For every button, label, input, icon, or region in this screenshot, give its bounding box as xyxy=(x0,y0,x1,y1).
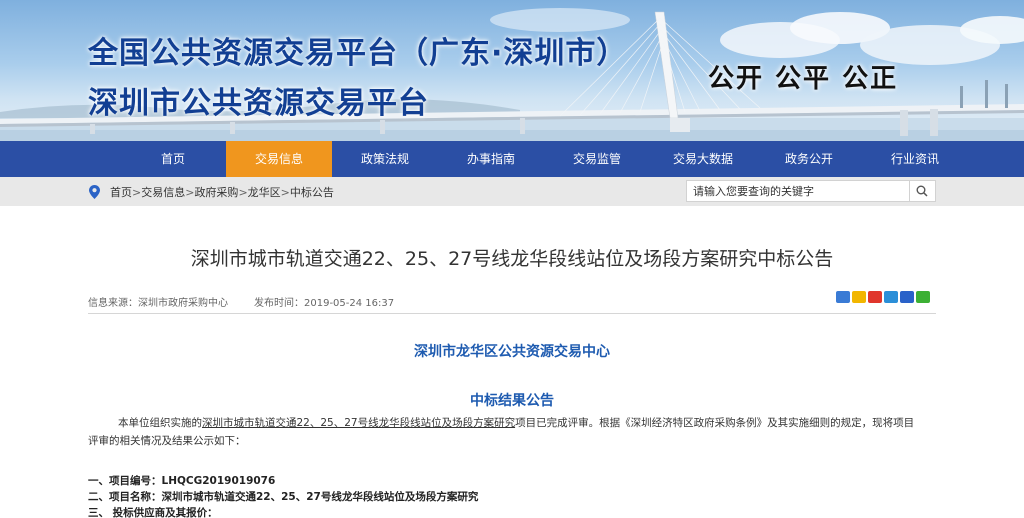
intro-prefix: 本单位组织实施的 xyxy=(118,417,202,429)
project-number: 一、项目编号：LHQCG2019019076 xyxy=(88,475,276,487)
wechat-icon[interactable] xyxy=(916,291,930,303)
qzone-icon[interactable] xyxy=(852,291,866,303)
search-icon xyxy=(916,185,928,197)
breadcrumb-award-notice[interactable]: 中标公告 xyxy=(290,186,334,199)
renren-icon[interactable] xyxy=(900,291,914,303)
publish-time: 发布时间：2019-05-24 16:37 xyxy=(254,298,395,309)
nav-item-government-affairs[interactable]: 政务公开 xyxy=(756,141,862,177)
nav-item-trade-info[interactable]: 交易信息 xyxy=(226,141,332,177)
article: 深圳市城市轨道交通22、25、27号线龙华段线站位及场段方案研究中标公告 信息来… xyxy=(0,206,1024,518)
search-input[interactable] xyxy=(687,181,909,201)
breadcrumb: 首页>交易信息>政府采购>龙华区>中标公告 xyxy=(110,184,334,200)
nav-item-industry-news[interactable]: 行业资讯 xyxy=(862,141,968,177)
breadcrumb-trade-info[interactable]: 交易信息 xyxy=(141,186,185,199)
organization-name: 深圳市龙华区公共资源交易中心 xyxy=(414,344,610,360)
nav-item-home[interactable]: 首页 xyxy=(120,141,226,177)
main-nav-items: 首页 交易信息 政策法规 办事指南 交易监管 交易大数据 政务公开 行业资讯 xyxy=(120,141,968,177)
tencent-weibo-icon[interactable] xyxy=(884,291,898,303)
intro-paragraph: 本单位组织实施的深圳市城市轨道交通22、25、27号线龙华段线站位及场段方案研究… xyxy=(88,414,918,450)
weibo-icon[interactable] xyxy=(868,291,882,303)
header-banner: 全国公共资源交易平台（广东·深圳市） 深圳市公共资源交易平台 公开 公平 公正 xyxy=(0,0,1024,141)
breadcrumb-separator: > xyxy=(280,186,290,199)
breadcrumb-bar: 首页>交易信息>政府采购>龙华区>中标公告 xyxy=(0,177,1024,206)
nav-item-guide[interactable]: 办事指南 xyxy=(438,141,544,177)
breadcrumb-home[interactable]: 首页 xyxy=(110,186,132,199)
info-source: 信息来源：深圳市政府采购中心 xyxy=(88,298,228,309)
search-box xyxy=(686,180,936,202)
nav-item-big-data[interactable]: 交易大数据 xyxy=(650,141,756,177)
article-title: 深圳市城市轨道交通22、25、27号线龙华段线站位及场段方案研究中标公告 xyxy=(190,248,834,270)
search-button[interactable] xyxy=(909,181,933,201)
article-meta: 信息来源：深圳市政府采购中心 发布时间：2019-05-24 16:37 xyxy=(88,294,394,309)
location-pin-icon xyxy=(89,185,100,199)
share-bar xyxy=(836,291,930,303)
breadcrumb-longhua[interactable]: 龙华区 xyxy=(248,186,281,199)
nav-item-supervision[interactable]: 交易监管 xyxy=(544,141,650,177)
breadcrumb-government-procurement[interactable]: 政府采购 xyxy=(194,186,238,199)
site-subtitle: 深圳市公共资源交易平台 xyxy=(88,86,429,121)
divider xyxy=(88,313,936,314)
slogan: 公开 公平 公正 xyxy=(708,64,899,94)
share-plus-icon[interactable] xyxy=(836,291,850,303)
project-link[interactable]: 深圳市城市轨道交通22、25、27号线龙华段线站位及场段方案研究 xyxy=(202,417,515,429)
site-title: 全国公共资源交易平台（广东·深圳市） xyxy=(88,36,628,71)
nav-item-policies[interactable]: 政策法规 xyxy=(332,141,438,177)
notice-heading: 中标结果公告 xyxy=(470,393,554,409)
breadcrumb-separator: > xyxy=(238,186,248,199)
bidders-heading: 三、 投标供应商及其报价： xyxy=(88,507,218,518)
main-nav: 首页 交易信息 政策法规 办事指南 交易监管 交易大数据 政务公开 行业资讯 xyxy=(0,141,1024,177)
project-name: 二、项目名称：深圳市城市轨道交通22、25、27号线龙华段线站位及场段方案研究 xyxy=(88,491,479,503)
breadcrumb-separator: > xyxy=(132,186,142,199)
